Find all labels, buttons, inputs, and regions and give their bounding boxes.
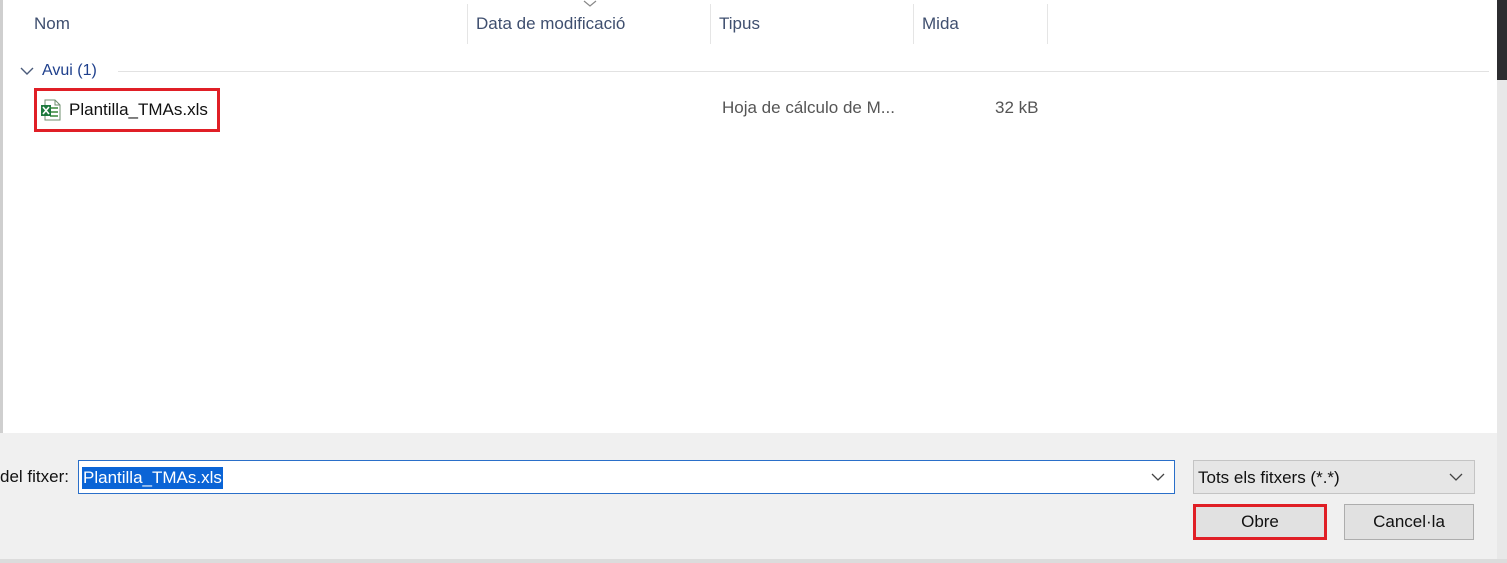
column-separator[interactable]	[467, 4, 468, 44]
column-header-size[interactable]: Mida	[922, 4, 1047, 44]
file-type: Hoja de cálculo de M...	[722, 98, 895, 117]
column-separator[interactable]	[710, 4, 711, 44]
open-button[interactable]: Obre	[1193, 504, 1327, 540]
chevron-down-icon	[1449, 473, 1463, 481]
dialog-bottom-edge	[0, 559, 1507, 563]
file-type-filter-select[interactable]: Tots els fitxers (*.*)	[1193, 460, 1475, 494]
file-type-filter-value: Tots els fitxers (*.*)	[1198, 468, 1340, 487]
group-divider	[118, 71, 1489, 72]
cancel-button[interactable]: Cancel·la	[1344, 504, 1474, 540]
column-header-modified-label: Data de modificació	[476, 14, 626, 33]
file-name: Plantilla_TMAs.xls	[69, 100, 208, 119]
column-header-type[interactable]: Tipus	[719, 4, 912, 44]
group-header-label: Avui (1)	[42, 62, 97, 79]
column-separator[interactable]	[1047, 4, 1048, 44]
file-row[interactable]: Plantilla_TMAs.xls Hoja de cálculo de M.…	[23, 88, 1493, 132]
filename-value[interactable]: Plantilla_TMAs.xls	[82, 467, 223, 489]
filename-input[interactable]: Plantilla_TMAs.xls	[78, 460, 1175, 494]
background-window-strip	[1497, 0, 1507, 80]
file-list-pane: Nom Data de modificació Tipus Mida Avui …	[0, 0, 1497, 433]
background-window-strip	[1497, 80, 1507, 563]
filename-label: del fitxer:	[0, 467, 69, 486]
column-header-size-label: Mida	[922, 14, 959, 33]
group-header-today[interactable]: Avui (1)	[20, 60, 97, 82]
excel-file-icon	[41, 99, 61, 121]
column-separator[interactable]	[913, 4, 914, 44]
file-size: 32 kB	[995, 98, 1039, 117]
open-file-dialog: Nom Data de modificació Tipus Mida Avui …	[0, 0, 1507, 563]
column-header-type-label: Tipus	[719, 14, 760, 33]
chevron-down-icon	[1151, 473, 1165, 481]
chevron-down-icon[interactable]	[20, 66, 34, 76]
file-name-cell[interactable]: Plantilla_TMAs.xls	[34, 88, 220, 132]
column-header-name[interactable]: Nom	[34, 4, 467, 44]
column-header-modified[interactable]: Data de modificació	[476, 4, 709, 44]
file-type-filter-dropdown[interactable]	[1440, 461, 1472, 493]
column-header-name-label: Nom	[34, 14, 70, 33]
filename-history-dropdown[interactable]	[1142, 461, 1174, 493]
